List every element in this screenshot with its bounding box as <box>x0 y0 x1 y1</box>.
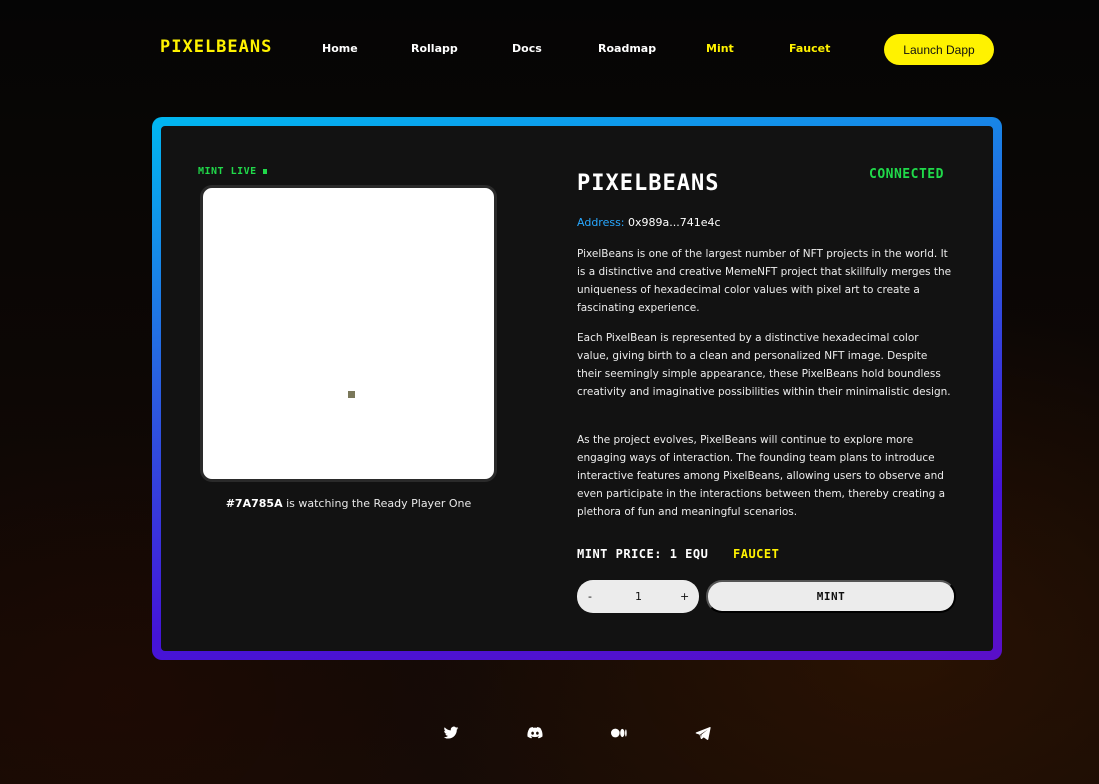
quantity-value[interactable]: 1 <box>635 590 642 603</box>
live-indicator-icon <box>262 169 267 174</box>
twitter-icon[interactable] <box>442 725 460 741</box>
collection-title: PIXELBEANS <box>577 171 720 196</box>
nft-hex: #7A785A <box>225 497 283 510</box>
address-value: 0x989a...741e4c <box>628 216 721 229</box>
mint-price: MINT PRICE: 1 EQU <box>577 547 709 561</box>
nav-rollapp[interactable]: Rollapp <box>411 42 458 55</box>
mint-button[interactable]: MINT <box>706 580 956 613</box>
launch-dapp-button[interactable]: Launch Dapp <box>884 34 994 65</box>
nft-caption-text: is watching the Ready Player One <box>282 497 472 510</box>
nav-faucet[interactable]: Faucet <box>789 42 830 55</box>
nft-pixel <box>348 391 355 398</box>
connection-status: CONNECTED <box>869 167 944 182</box>
nav-docs[interactable]: Docs <box>512 42 542 55</box>
faucet-link[interactable]: FAUCET <box>733 547 779 561</box>
wallet-address: Address: 0x989a...741e4c <box>577 216 721 229</box>
nav-roadmap[interactable]: Roadmap <box>598 42 656 55</box>
nft-caption: #7A785A is watching the Ready Player One <box>200 497 497 510</box>
mint-live-status: MINT LIVE <box>198 166 267 177</box>
mint-live-label: MINT LIVE <box>198 166 257 177</box>
description-paragraph: Each PixelBean is represented by a disti… <box>577 332 951 398</box>
telegram-icon[interactable] <box>694 725 712 741</box>
nav-mint[interactable]: Mint <box>706 42 734 55</box>
description-paragraph: As the project evolves, PixelBeans will … <box>577 434 946 518</box>
nft-preview <box>200 185 497 482</box>
discord-icon[interactable] <box>526 725 544 741</box>
address-label: Address: <box>577 216 625 229</box>
quantity-stepper: - 1 + <box>577 580 699 613</box>
description-paragraph: PixelBeans is one of the largest number … <box>577 248 952 314</box>
nav-home[interactable]: Home <box>322 42 358 55</box>
increment-button[interactable]: + <box>680 590 689 603</box>
decrement-button[interactable]: - <box>588 590 592 603</box>
medium-icon[interactable] <box>610 725 628 741</box>
